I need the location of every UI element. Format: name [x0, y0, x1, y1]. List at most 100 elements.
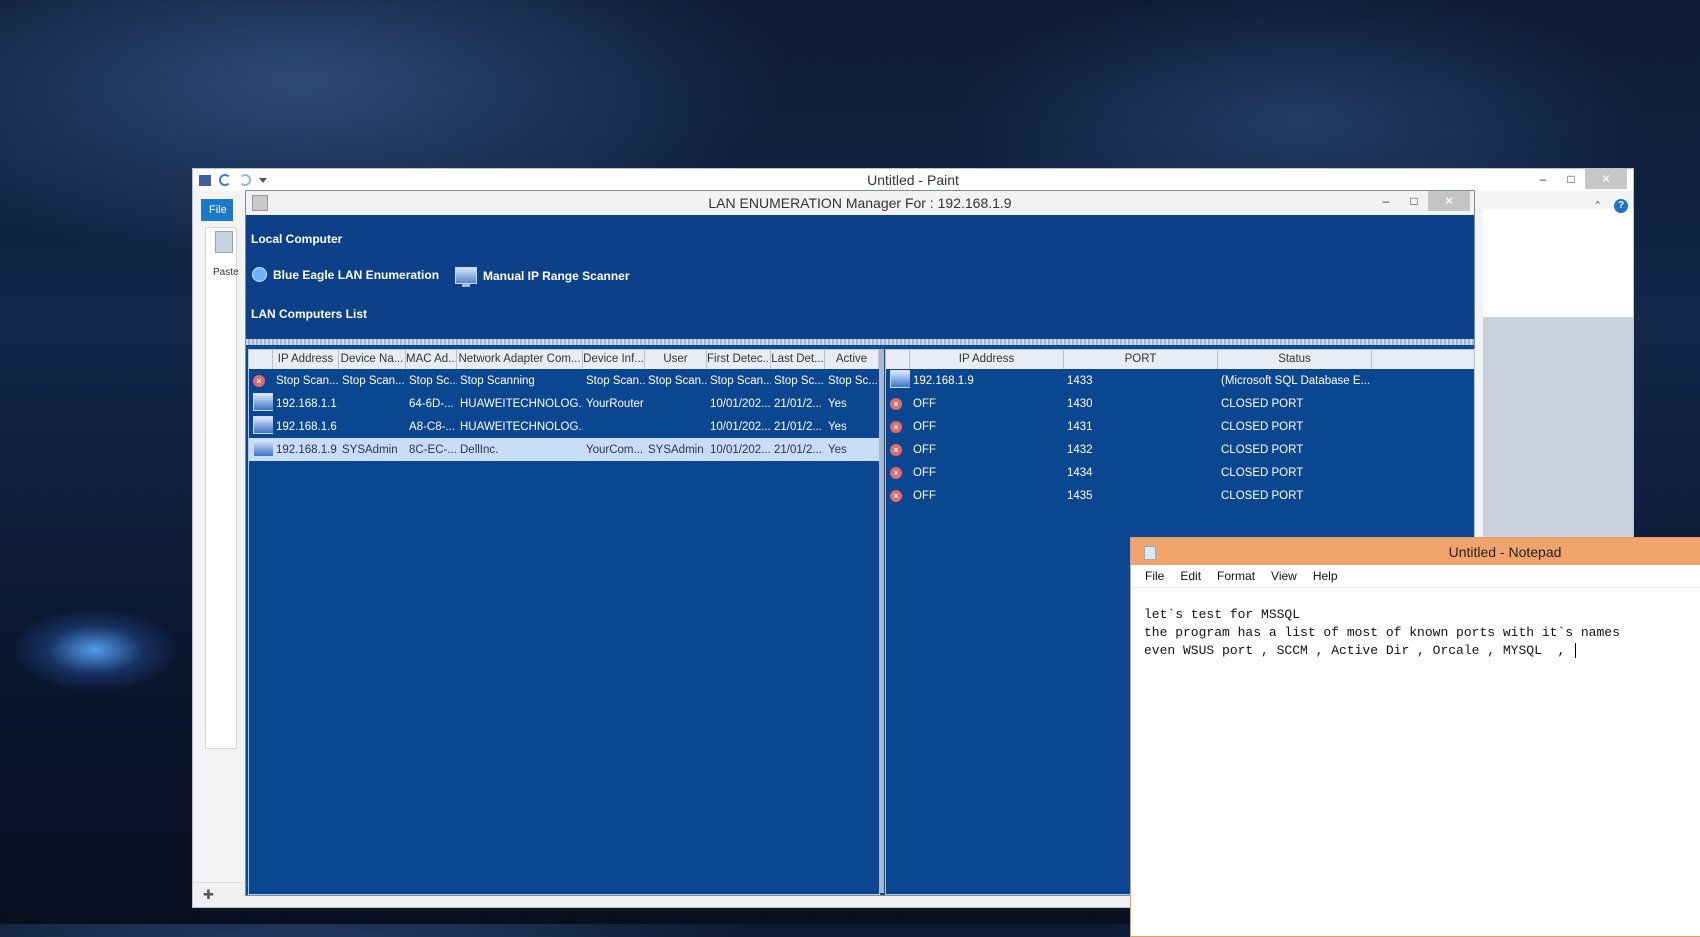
text-line: let`s test for MSSQL — [1144, 607, 1301, 622]
row-icon-cell — [249, 393, 273, 414]
table-row[interactable]: × OFF 1435 CLOSED PORT — [886, 484, 1474, 507]
table-row[interactable]: × OFF 1431 CLOSED PORT — [886, 415, 1474, 438]
table-cell: OFF — [913, 420, 936, 433]
maximize-button[interactable]: □ — [1557, 169, 1585, 189]
lan-window-controls: – □ ✕ — [1372, 191, 1470, 211]
paint-titlebar[interactable]: Untitled - Paint – □ ✕ — [193, 169, 1633, 191]
menu-help[interactable]: Help — [1313, 569, 1338, 583]
table-cell: 192.168.1.9 — [276, 443, 337, 456]
notepad-titlebar[interactable]: Untitled - Notepad — [1131, 538, 1700, 565]
table-cell: Stop Sc... — [828, 374, 878, 387]
table-row[interactable]: 192.168.1.9 1433 (Microsoft SQL Database E… — [886, 369, 1474, 392]
stop-icon: × — [890, 420, 902, 433]
row-icon-cell — [249, 439, 273, 460]
lan-titlebar[interactable]: LAN ENUMERATION Manager For : 192.168.1.… — [246, 191, 1474, 215]
table-row[interactable]: × OFF 1434 CLOSED PORT — [886, 461, 1474, 484]
table-cell: DellInc. — [460, 443, 499, 456]
table-cell: HUAWEITECHNOLOG... — [460, 397, 583, 410]
paste-label[interactable]: Paste — [213, 267, 239, 278]
table-cell: Yes — [828, 420, 847, 433]
blue-eagle-lan-enumeration-button[interactable]: Blue Eagle LAN Enumeration — [252, 267, 439, 282]
table-row[interactable]: × Stop Scan... Stop Scan... Stop Sc... Stop … — [249, 369, 879, 392]
lan-computers-table[interactable]: IP Address Device Na... MAC Ad... Network A… — [248, 349, 880, 895]
notepad-menubar: File Edit Format View Help — [1131, 565, 1700, 588]
table-row[interactable]: 192.168.1.1 64-6D-... HUAWEITECHNOLOG... Yo… — [249, 392, 879, 415]
column-header[interactable]: IP Address — [273, 350, 339, 369]
column-header[interactable]: Active — [825, 350, 879, 369]
table-cell: 64-6D-... — [409, 397, 454, 410]
column-header[interactable]: IP Address — [910, 350, 1064, 369]
help-icon[interactable]: ? — [1614, 199, 1628, 213]
paint-canvas-area — [1483, 317, 1633, 547]
pane-splitter[interactable] — [879, 349, 884, 893]
table-cell: Stop Scan... — [710, 374, 771, 387]
table-cell: YourRouter — [586, 397, 644, 410]
menu-file[interactable]: File — [1145, 569, 1164, 583]
column-header[interactable]: First Detec... — [707, 350, 771, 369]
section-divider[interactable] — [246, 339, 1474, 345]
table-cell: CLOSED PORT — [1221, 397, 1304, 410]
table-cell: Stop Sc... — [409, 374, 457, 387]
column-header[interactable]: Status — [1218, 350, 1372, 369]
collapse-ribbon-icon[interactable]: ⌃ — [1593, 199, 1602, 212]
table-row[interactable]: 192.168.1.6 A8-C8-... HUAWEITECHNOLOG... 10… — [249, 415, 879, 438]
paste-icon[interactable] — [215, 231, 233, 253]
table-cell: OFF — [913, 397, 936, 410]
table-cell: 1434 — [1067, 466, 1093, 479]
table-row[interactable]: × OFF 1432 CLOSED PORT — [886, 438, 1474, 461]
column-header[interactable]: User — [645, 350, 707, 369]
close-button[interactable]: ✕ — [1585, 169, 1627, 189]
notepad-text-area[interactable]: let`s test for MSSQL the program has a li… — [1131, 588, 1700, 678]
minimize-button[interactable]: – — [1529, 169, 1557, 189]
table-cell: (Microsoft SQL Database E... — [1221, 374, 1371, 387]
row-icon-cell — [886, 370, 910, 391]
table-cell: 21/01/2... — [774, 397, 822, 410]
row-icon-cell: × — [886, 443, 910, 456]
maximize-button[interactable]: □ — [1400, 191, 1428, 211]
table-cell: A8-C8-... — [409, 420, 456, 433]
table-cell: Stop Scan... — [648, 374, 707, 387]
table-body: 192.168.1.9 1433 (Microsoft SQL Database E… — [886, 369, 1474, 507]
manual-ip-range-scanner-button[interactable]: Manual IP Range Scanner — [455, 267, 630, 287]
stop-icon: × — [890, 466, 902, 479]
stop-icon: × — [890, 397, 902, 410]
table-cell: YourCom... — [586, 443, 644, 456]
column-header[interactable]: PORT — [1064, 350, 1218, 369]
table-cell: Stop Scan... — [276, 374, 339, 387]
menu-edit[interactable]: Edit — [1180, 569, 1201, 583]
minimize-button[interactable]: – — [1372, 191, 1400, 211]
menu-view[interactable]: View — [1271, 569, 1297, 583]
column-header[interactable]: Network Adapter Com... — [457, 350, 583, 369]
table-cell: SYSAdmin — [648, 443, 704, 456]
table-cell: 1435 — [1067, 489, 1093, 502]
table-cell: 21/01/2... — [774, 443, 822, 456]
row-icon-cell: × — [249, 374, 273, 387]
column-header[interactable]: Device Na... — [339, 350, 406, 369]
table-cell: 192.168.1.9 — [913, 374, 974, 387]
text-line: even WSUS port , SCCM , Active Dir , Orc… — [1144, 643, 1574, 658]
paint-file-tab[interactable]: File — [201, 199, 233, 221]
table-row[interactable]: × OFF 1430 CLOSED PORT — [886, 392, 1474, 415]
paint-window-controls: – □ ✕ — [1529, 169, 1627, 189]
table-cell: Stop Sc... — [774, 374, 824, 387]
row-icon-cell — [249, 416, 273, 437]
column-header[interactable]: Last Det... — [771, 350, 825, 369]
notepad-window[interactable]: Untitled - Notepad File Edit Format View… — [1130, 537, 1700, 937]
table-cell: 10/01/202... — [710, 420, 771, 433]
close-button[interactable]: ✕ — [1428, 191, 1470, 211]
table-cell: OFF — [913, 489, 936, 502]
local-computer-label: Local Computer — [251, 232, 343, 246]
table-cell: 1433 — [1067, 374, 1093, 387]
column-header[interactable]: Device Inf... — [583, 350, 645, 369]
paint-clipboard-panel — [205, 227, 237, 749]
table-header: IP Address Device Na... MAC Ad... Network A… — [249, 350, 879, 369]
stop-icon: × — [253, 374, 265, 387]
table-cell: CLOSED PORT — [1221, 466, 1304, 479]
header-icon-column — [886, 350, 910, 369]
table-cell: 192.168.1.1 — [276, 397, 337, 410]
row-icon-cell: × — [886, 397, 910, 410]
manual-ip-label: Manual IP Range Scanner — [483, 268, 630, 283]
menu-format[interactable]: Format — [1217, 569, 1255, 583]
column-header[interactable]: MAC Ad... — [406, 350, 457, 369]
table-row[interactable]: 192.168.1.9 SYSAdmin 8C-EC-... DellInc. Your… — [249, 438, 879, 461]
